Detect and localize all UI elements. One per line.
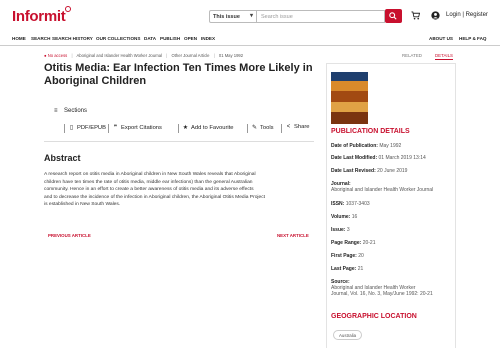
star-icon: ★: [182, 125, 189, 131]
issn: ISSN: 1037-3403: [331, 201, 370, 207]
share-icon: <: [286, 124, 291, 130]
previous-article-link[interactable]: PREVIOUS ARTICLE: [48, 233, 91, 238]
nav-search-history[interactable]: SEARCH HISTORY: [52, 36, 93, 41]
wrench-icon: ✎: [251, 125, 258, 131]
nav-our-collections[interactable]: OUR COLLECTIONS: [96, 36, 140, 41]
breadcrumb-journal[interactable]: Aboriginal and Islander Health Worker Jo…: [76, 53, 162, 58]
date-last-revised: Date Last Revised: 20 June 2019: [331, 168, 408, 174]
journal-link[interactable]: Aboriginal and Islander Health Worker Jo…: [331, 187, 433, 193]
source-line-2[interactable]: Journal, Vol. 16, No. 3, May/June 1992: …: [331, 291, 433, 297]
menu-icon: ≡: [54, 108, 58, 114]
date-last-modified: Date Last Modified: 01 March 2019 13:14: [331, 155, 426, 161]
nav-help-faq[interactable]: HELP & FAQ: [459, 36, 486, 41]
issue: Issue: 3: [331, 227, 350, 233]
top-bar: Informit This issue ▾ Search issue Login …: [0, 0, 500, 34]
sections-toggle[interactable]: ≡ Sections: [54, 108, 87, 114]
share-button[interactable]: < Share: [285, 124, 310, 130]
nav-home[interactable]: HOME: [12, 36, 26, 41]
logo-ring-icon: [65, 6, 72, 12]
main-nav: HOME SEARCH SEARCH HISTORY OUR COLLECTIO…: [0, 34, 500, 46]
document-icon: ▯: [69, 125, 74, 131]
first-page: First Page: 20: [331, 253, 364, 259]
pdf-epub-button[interactable]: ▯ PDF/EPUB: [68, 124, 106, 131]
nav-open[interactable]: OPEN: [184, 36, 197, 41]
tools-button[interactable]: ✎ Tools: [251, 124, 274, 131]
informit-logo[interactable]: Informit: [12, 6, 72, 25]
last-page: Last Page: 21: [331, 266, 364, 272]
geo-tag-australia[interactable]: Australia: [333, 330, 363, 340]
export-citations-button[interactable]: ❞ Export Citations: [112, 124, 162, 131]
lock-icon: ●: [44, 53, 47, 58]
divider: [44, 141, 314, 142]
breadcrumb-type: Other Journal Article: [171, 53, 210, 58]
article-title: Otitis Media: Ear Infection Ten Times Mo…: [44, 62, 313, 87]
nav-about-us[interactable]: ABOUT US: [429, 36, 453, 41]
search-scope-select[interactable]: This issue ▾: [209, 10, 257, 23]
date-of-publication: Date of Publication: May 1992: [331, 143, 402, 149]
search-button[interactable]: [385, 9, 402, 23]
user-icon[interactable]: [431, 11, 440, 20]
abstract-text: A research report on otitis media in Abo…: [44, 172, 266, 208]
nav-data[interactable]: DATA: [144, 36, 156, 41]
tab-related[interactable]: RELATED: [402, 53, 422, 58]
quote-icon: ❞: [113, 125, 118, 131]
geographic-location-heading: GEOGRAPHIC LOCATION: [331, 313, 417, 320]
nav-index[interactable]: INDEX: [201, 36, 215, 41]
breadcrumb-date: 01 May 1992: [218, 53, 244, 58]
access-status: No access: [47, 53, 68, 58]
page-range: Page Range: 20-21: [331, 240, 376, 246]
nav-publish[interactable]: PUBLISH: [160, 36, 180, 41]
panel-tabs: RELATED DETAILS: [326, 52, 456, 62]
search-input[interactable]: Search issue: [257, 10, 385, 23]
tab-details[interactable]: DETAILS: [435, 53, 453, 60]
abstract-heading: Abstract: [44, 153, 81, 163]
login-register-link[interactable]: Login | Register: [446, 12, 488, 18]
journal-cover-image[interactable]: [331, 72, 368, 124]
next-article-link[interactable]: NEXT ARTICLE: [277, 233, 309, 238]
search-icon: [389, 12, 397, 20]
publication-details-heading: PUBLICATION DETAILS: [331, 128, 410, 135]
nav-search[interactable]: SEARCH: [31, 36, 50, 41]
breadcrumb: ● No access | Aboriginal and Islander He…: [44, 53, 244, 58]
add-to-favourite-button[interactable]: ★ Add to Favourite: [182, 124, 234, 131]
cart-icon[interactable]: [411, 11, 420, 20]
chevron-down-icon: ▾: [249, 13, 253, 19]
volume: Volume: 16: [331, 214, 358, 220]
